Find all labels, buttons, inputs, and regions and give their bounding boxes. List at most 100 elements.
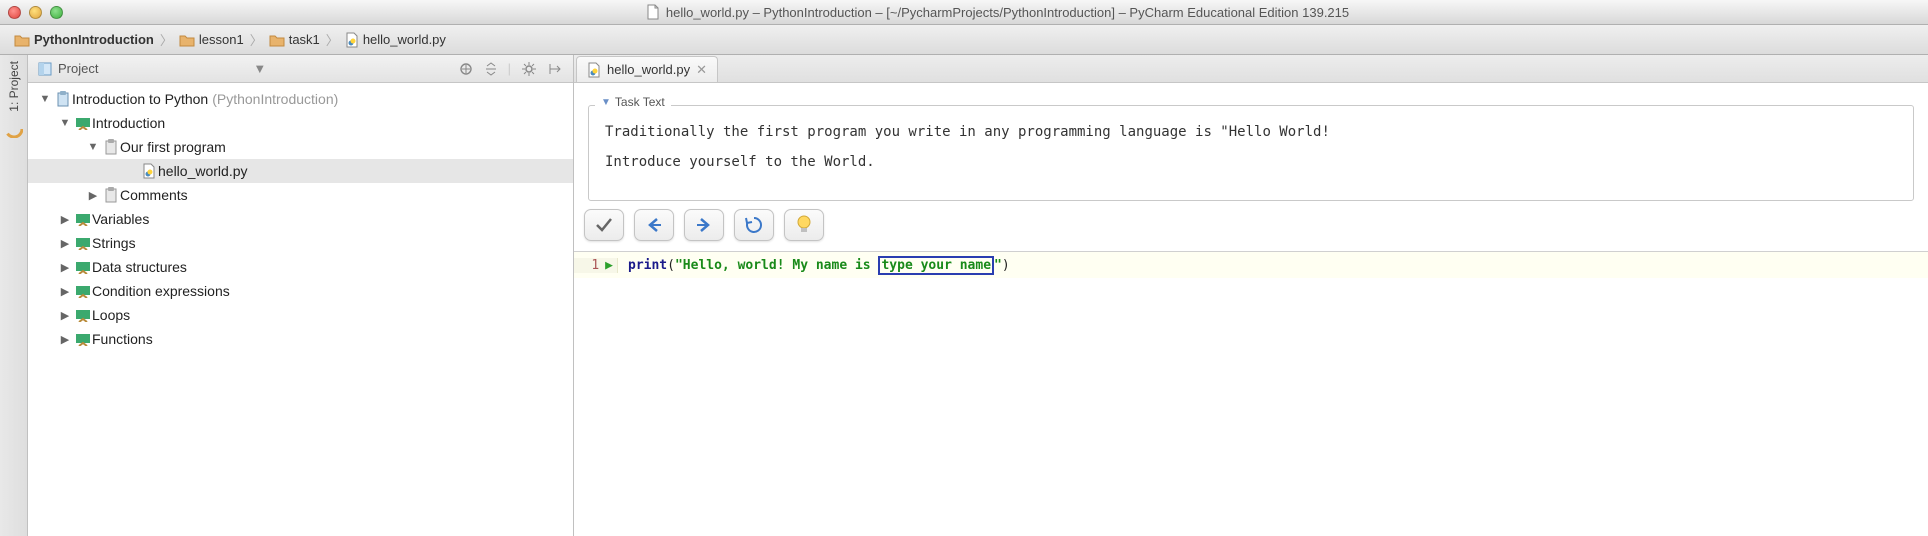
breadcrumb-lesson[interactable]: lesson1 [173, 32, 250, 47]
folder-icon [269, 33, 285, 47]
previous-task-button[interactable] [634, 209, 674, 241]
run-gutter-icon[interactable]: ▶ [605, 258, 613, 273]
tree-lesson[interactable]: ▶ Functions [28, 327, 573, 351]
tree-label: Variables [92, 211, 149, 227]
chevron-right-icon[interactable]: ▶ [56, 237, 74, 250]
tree-lesson-introduction[interactable]: ▼ Introduction [28, 111, 573, 135]
tree-label: Functions [92, 331, 153, 347]
tree-lesson[interactable]: ▶ Strings [28, 231, 573, 255]
clipboard-icon [102, 187, 120, 203]
breadcrumb-label: PythonIntroduction [34, 32, 154, 47]
python-file-icon [345, 32, 359, 48]
editor-tab[interactable]: hello_world.py ✕ [576, 56, 718, 82]
project-panel-header: Project ▼ | [28, 55, 573, 83]
pycharm-logo-icon [5, 120, 23, 138]
tree-label: Introduction to Python [72, 91, 208, 107]
project-view-icon [38, 62, 52, 76]
lesson-icon [74, 308, 92, 322]
chevron-right-icon[interactable]: ▶ [56, 333, 74, 346]
editor-pane: hello_world.py ✕ ▼ Task Text Traditional… [574, 55, 1928, 536]
chevron-right-icon: 〉 [160, 30, 173, 49]
scroll-from-source-icon[interactable] [458, 61, 474, 77]
window-title: hello_world.py – PythonIntroduction – [~… [75, 4, 1920, 20]
breadcrumb: PythonIntroduction 〉 lesson1 〉 task1 〉 h… [0, 25, 1928, 55]
tree-label: Data structures [92, 259, 187, 275]
code-editor[interactable]: 1 ▶ print("Hello, world! My name is type… [574, 252, 1928, 536]
task-paragraph: Traditionally the first program you writ… [605, 124, 1897, 140]
chevron-right-icon: 〉 [250, 30, 263, 49]
python-file-icon [587, 62, 601, 78]
hide-icon[interactable] [547, 62, 563, 76]
folder-icon [179, 33, 195, 47]
close-icon[interactable]: ✕ [696, 62, 707, 78]
tree-label: Loops [92, 307, 130, 323]
gutter: 1 ▶ [574, 258, 618, 273]
refresh-task-button[interactable] [734, 209, 774, 241]
tree-label: Strings [92, 235, 136, 251]
task-legend-label: Task Text [615, 95, 665, 109]
task-paragraph: Introduce yourself to the World. [605, 154, 1897, 170]
tree-label: hello_world.py [158, 163, 248, 179]
task-description-panel: ▼ Task Text Traditionally the first prog… [574, 83, 1928, 252]
code-line[interactable]: 1 ▶ print("Hello, world! My name is type… [574, 252, 1928, 278]
lesson-icon [74, 116, 92, 130]
minimize-window-button[interactable] [29, 6, 42, 19]
window-controls [8, 6, 63, 19]
project-tree[interactable]: ▼ Introduction to Python (PythonIntroduc… [28, 83, 573, 536]
separator: | [508, 61, 511, 76]
tree-task-first-program[interactable]: ▼ Our first program [28, 135, 573, 159]
task-text-legend[interactable]: ▼ Task Text [595, 95, 671, 109]
token-keyword: print [628, 258, 667, 273]
tab-label: hello_world.py [607, 62, 690, 77]
zoom-window-button[interactable] [50, 6, 63, 19]
hint-button[interactable] [784, 209, 824, 241]
breadcrumb-label: task1 [289, 32, 320, 47]
tree-label: Our first program [120, 139, 226, 155]
breadcrumb-label: hello_world.py [363, 32, 446, 47]
line-number: 1 [591, 258, 599, 273]
answer-placeholder[interactable]: type your name [878, 256, 994, 275]
tree-root[interactable]: ▼ Introduction to Python (PythonIntroduc… [28, 87, 573, 111]
chevron-right-icon[interactable]: ▶ [56, 213, 74, 226]
tree-task-comments[interactable]: ▶ Comments [28, 183, 573, 207]
breadcrumb-task[interactable]: task1 [263, 32, 326, 47]
collapse-all-icon[interactable] [484, 61, 498, 77]
check-task-button[interactable] [584, 209, 624, 241]
tree-file-hello-world[interactable]: hello_world.py [28, 159, 573, 183]
tool-window-button-project[interactable]: 1: Project [7, 61, 21, 112]
tree-lesson[interactable]: ▶ Data structures [28, 255, 573, 279]
gear-icon[interactable] [521, 61, 537, 77]
chevron-right-icon[interactable]: ▶ [84, 189, 102, 202]
tree-lesson[interactable]: ▶ Variables [28, 207, 573, 231]
editor-tabstrip: hello_world.py ✕ [574, 55, 1928, 83]
tree-lesson[interactable]: ▶ Loops [28, 303, 573, 327]
folder-icon [14, 33, 30, 47]
token-paren: ( [667, 258, 675, 273]
lesson-icon [74, 260, 92, 274]
lesson-icon [74, 212, 92, 226]
clipboard-icon [102, 139, 120, 155]
code-content[interactable]: print("Hello, world! My name is type you… [618, 258, 1010, 273]
tree-lesson[interactable]: ▶ Condition expressions [28, 279, 573, 303]
breadcrumb-file[interactable]: hello_world.py [339, 32, 452, 48]
chevron-right-icon[interactable]: ▶ [56, 309, 74, 322]
file-icon [646, 4, 660, 20]
window-titlebar: hello_world.py – PythonIntroduction – [~… [0, 0, 1928, 25]
tool-window-stripe-left: 1: Project [0, 55, 28, 536]
close-window-button[interactable] [8, 6, 21, 19]
window-title-text: hello_world.py – PythonIntroduction – [~… [666, 5, 1349, 20]
chevron-down-icon[interactable]: ▼ [84, 141, 102, 153]
breadcrumb-label: lesson1 [199, 32, 244, 47]
chevron-down-icon[interactable]: ▼ [253, 61, 266, 76]
chevron-right-icon[interactable]: ▶ [56, 285, 74, 298]
lesson-icon [74, 284, 92, 298]
next-task-button[interactable] [684, 209, 724, 241]
tree-label: Condition expressions [92, 283, 230, 299]
token-paren: ) [1002, 258, 1010, 273]
chevron-down-icon[interactable]: ▼ [36, 93, 54, 105]
breadcrumb-project[interactable]: PythonIntroduction [8, 32, 160, 47]
chevron-down-icon[interactable]: ▼ [56, 117, 74, 129]
tree-label: Comments [120, 187, 188, 203]
chevron-right-icon[interactable]: ▶ [56, 261, 74, 274]
disclosure-triangle-icon[interactable]: ▼ [601, 97, 611, 108]
